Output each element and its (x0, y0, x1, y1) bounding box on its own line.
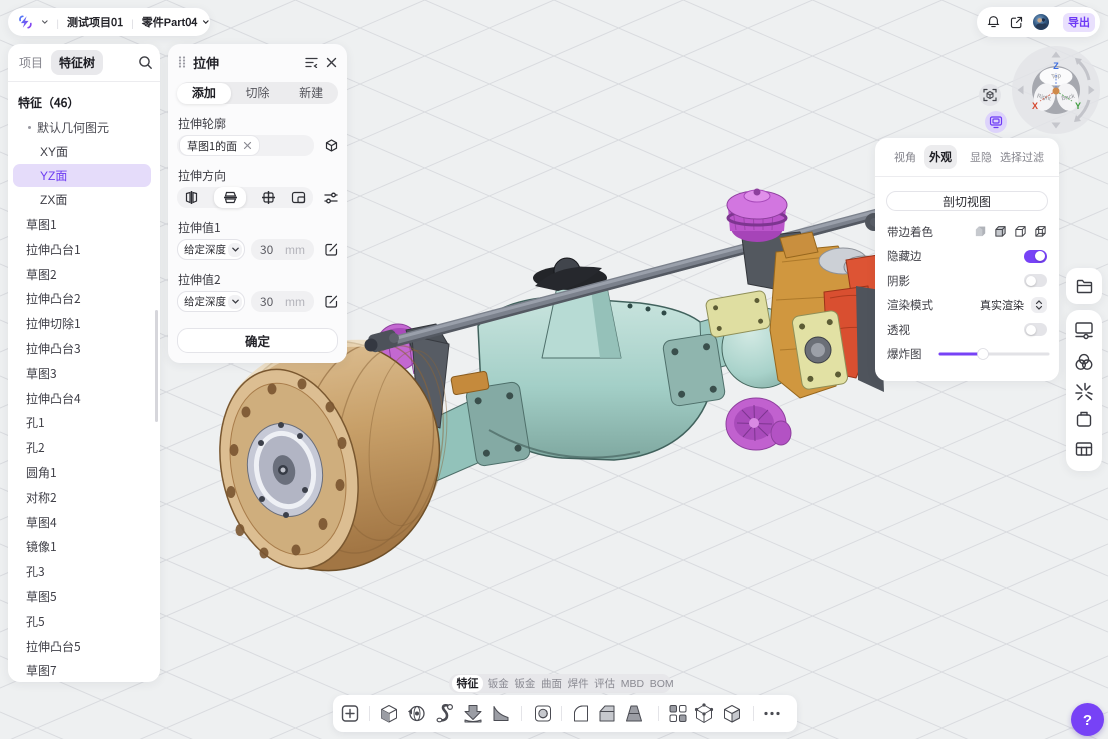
svg-text:Z: Z (1053, 59, 1059, 72)
svg-text:Y: Y (1075, 99, 1081, 112)
svg-text:X: X (1032, 99, 1038, 112)
